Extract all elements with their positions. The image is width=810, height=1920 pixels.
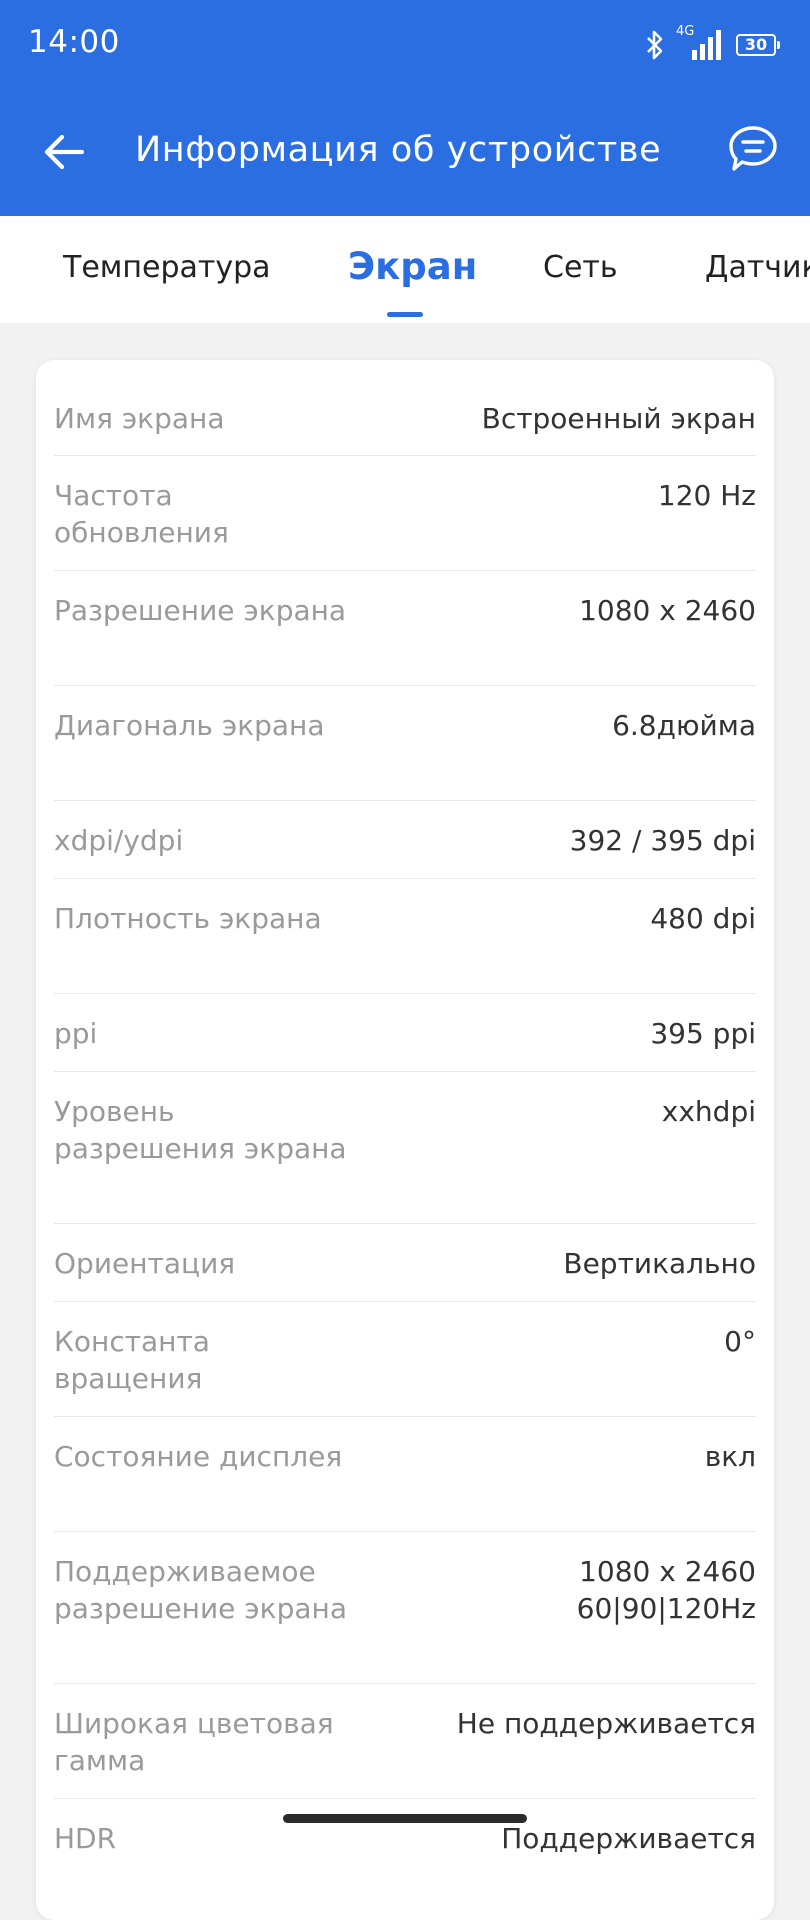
arrow-left-icon [44,134,84,170]
row-value: Вертикально [563,1247,756,1280]
row-label: Диагональ экрана [54,709,325,742]
row-value: Встроенный экран [481,402,756,435]
row-label: Имя экрана [54,402,225,435]
list-item: Уровень разрешения экрана xxhdpi [54,1072,756,1224]
row-value: 395 ppi [650,1017,756,1050]
list-item: Поддерживаемое разрешение экрана 1080 x … [54,1532,756,1684]
back-button[interactable] [34,122,94,182]
row-value: xxhdpi [661,1095,756,1128]
list-item: Разрешение экрана 1080 x 2460 [54,571,756,686]
row-label: Состояние дисплея [54,1440,343,1473]
tab-bar: Температура Экран Сеть Датчик [0,216,810,323]
header: 14:00 4G 30 Информация об устройстве [0,0,810,216]
list-item: Диагональ экрана 6.8дюйма [54,686,756,801]
list-item: Имя экрана Встроенный экран [54,360,756,456]
feedback-button[interactable] [724,120,782,178]
row-value: 6.8дюйма [612,709,756,742]
row-value: 120 Hz [657,479,756,512]
status-bar: 14:00 4G 30 [0,0,810,90]
row-label: HDR [54,1822,117,1855]
row-value: Не поддерживается [456,1707,756,1740]
row-label: ppi [54,1017,98,1050]
tab-temperature[interactable]: Температура [63,250,271,285]
list-item: Частота обновления 120 Hz [54,456,756,571]
row-label: xdpi/ydpi [54,824,184,857]
screen-info-card: Имя экрана Встроенный экран Частота обно… [36,360,774,1920]
list-item: HDR Поддерживается [54,1799,756,1877]
list-item: ppi 395 ppi [54,994,756,1072]
row-label: Ориентация [54,1247,236,1280]
page-title: Информация об устройстве [135,130,662,170]
battery-icon: 30 [736,34,780,56]
row-label: Частота обновления [54,479,229,549]
row-label: Уровень разрешения экрана [54,1095,347,1165]
list-item: Широкая цветовая гамма Не поддерживается [54,1684,756,1799]
row-label: Плотность экрана [54,902,322,935]
bluetooth-icon [644,29,666,61]
row-label: Разрешение экрана [54,594,347,627]
row-value: Поддерживается [501,1822,756,1855]
chat-bubble-icon [729,126,777,171]
row-value: вкл [704,1440,756,1473]
list-item: Ориентация Вертикально [54,1224,756,1302]
row-value: 1080 x 2460 [579,594,756,627]
info-list: Имя экрана Встроенный экран Частота обно… [54,360,756,1877]
list-item: Константа вращения 0° [54,1302,756,1417]
status-time: 14:00 [28,24,120,60]
row-value: 392 / 395 dpi [569,824,756,857]
app-bar: Информация об устройстве [0,96,810,216]
row-label: Поддерживаемое разрешение экрана [54,1555,347,1625]
tab-screen[interactable]: Экран [348,245,477,288]
list-item: Плотность экрана 480 dpi [54,879,756,994]
row-value: 1080 x 2460 60|90|120Hz [576,1555,756,1625]
signal-icon: 4G [676,24,726,62]
list-item: Состояние дисплея вкл [54,1417,756,1532]
list-item: xdpi/ydpi 392 / 395 dpi [54,801,756,879]
row-value: 480 dpi [650,902,756,935]
tab-network[interactable]: Сеть [543,250,618,285]
row-label: Широкая цветовая гамма [54,1707,334,1777]
status-icons: 4G 30 [644,24,780,62]
home-indicator[interactable] [283,1814,527,1823]
row-label: Константа вращения [54,1325,210,1395]
tab-indicator [387,312,423,317]
tab-sensors[interactable]: Датчик [705,250,810,285]
row-value: 0° [724,1325,756,1358]
